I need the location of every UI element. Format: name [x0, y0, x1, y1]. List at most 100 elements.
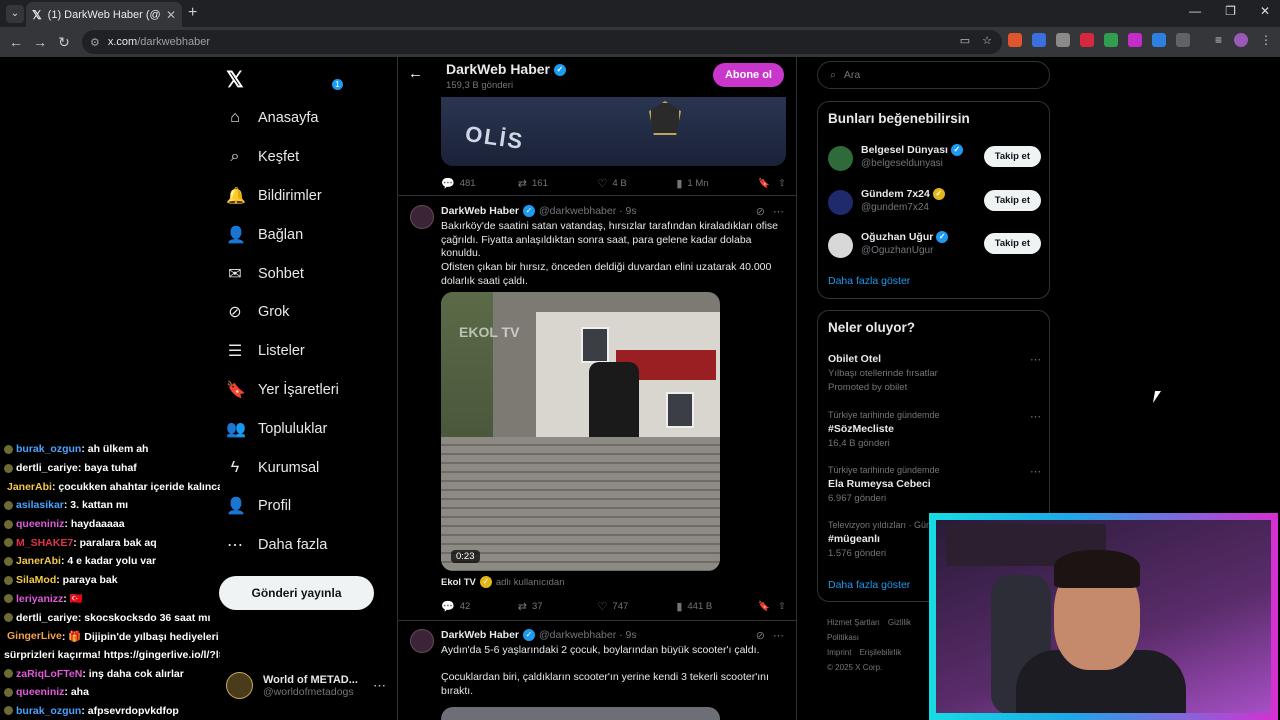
back-arrow-icon[interactable]: ← [408, 65, 423, 82]
x-logo-icon[interactable]: 𝕏 [226, 67, 244, 93]
footer-link[interactable]: Erişilebilirlik [859, 648, 901, 657]
bookmark-icon[interactable]: 🔖 [758, 601, 778, 612]
close-window-icon[interactable]: ✕ [1260, 4, 1270, 18]
sidebar-item-10[interactable]: 👤 Profil [226, 487, 339, 526]
footer-link[interactable]: © 2025 X Corp. [827, 663, 882, 672]
post-button[interactable]: Gönderi yayınla [219, 576, 374, 610]
sidebar-item-0[interactable]: ⌂ Anasayfa [226, 99, 339, 138]
follow-suggestion[interactable]: Belgesel Dünyası ✓ @belgeseldunyasi Takip … [828, 143, 1041, 173]
show-more-link[interactable]: Daha fazla göster [828, 275, 910, 287]
bookmark-star-icon[interactable]: ☆ [982, 34, 992, 47]
more-icon[interactable]: ⋯ [773, 205, 784, 218]
reply-button[interactable]: 💬 481 [441, 177, 518, 190]
puzzle-icon[interactable] [1176, 33, 1190, 47]
more-icon[interactable]: ⋯ [773, 629, 784, 642]
follow-button[interactable]: Takip et [983, 189, 1041, 211]
extension-icon[interactable] [1080, 33, 1094, 47]
grok-icon[interactable]: ⊘ [756, 205, 765, 218]
sidebar-item-9[interactable]: ϟ Kurumsal [226, 448, 339, 487]
chat-text: : inş daha cok alırlar [82, 667, 184, 680]
sidebar-item-7[interactable]: 🔖 Yer İşaretleri [226, 371, 339, 410]
like-button[interactable]: ♡ 4 B [598, 177, 677, 190]
search-input[interactable]: ⌕ Ara [817, 61, 1050, 89]
like-button[interactable]: ♡ 747 [598, 600, 677, 613]
sidebar-item-11[interactable]: ⋯ Daha fazla [226, 526, 339, 565]
close-tab-icon[interactable]: ✕ [166, 8, 176, 22]
sidebar-item-4[interactable]: ✉ Sohbet [226, 254, 339, 293]
account-switcher[interactable]: World of METAD... @worldofmetadogs ⋯ [226, 672, 386, 699]
back-icon[interactable]: ← [4, 34, 28, 50]
more-icon[interactable]: ⋯ [373, 678, 386, 694]
extension-icon[interactable] [1056, 33, 1070, 47]
follow-button[interactable]: Takip et [983, 146, 1041, 167]
views-button[interactable]: ▮ 441 B [676, 600, 758, 613]
repost-button[interactable]: ⇄ 161 [518, 177, 598, 190]
extensions-bar [1008, 33, 1190, 47]
webcam-feed [936, 520, 1271, 713]
author-name[interactable]: DarkWeb Haber [441, 629, 519, 641]
chat-text: : paraya bak [56, 574, 118, 587]
forward-icon[interactable]: → [28, 34, 52, 50]
browser-tab[interactable]: 𝕏 (1) DarkWeb Haber (@darkwebh ✕ [26, 2, 182, 27]
footer-link[interactable]: Imprint [827, 648, 851, 657]
sidebar-item-label: Grok [258, 304, 290, 321]
bookmark-icon[interactable]: 🔖 [758, 178, 778, 189]
post-media-image[interactable] [441, 707, 720, 720]
footer-link[interactable]: Hizmet Şartları [827, 618, 880, 627]
views-button[interactable]: ▮ 1 Mn [676, 177, 758, 190]
sidebar-item-8[interactable]: 👥 Topluluklar [226, 409, 339, 448]
profile-avatar-icon[interactable] [1234, 33, 1248, 47]
reply-button[interactable]: 💬 42 [441, 600, 518, 613]
repost-button[interactable]: ⇄ 37 [518, 600, 598, 613]
cast-icon[interactable]: ▭ [960, 34, 970, 47]
source-name[interactable]: Ekol TV [441, 577, 476, 588]
extension-icon[interactable] [1032, 33, 1046, 47]
share-icon[interactable]: ⇧ [778, 178, 786, 189]
avatar[interactable] [828, 189, 853, 215]
sidebar-item-label: Anasayfa [258, 110, 319, 127]
restore-icon[interactable]: ❐ [1225, 4, 1236, 18]
address-bar[interactable]: ⚙ x.com/darkwebhaber ▭ ☆ [82, 30, 1002, 54]
follow-button[interactable]: Takip et [983, 233, 1041, 254]
tweet-text: Ofisten çıkan bir hırsız, önceden deldiğ… [441, 261, 772, 287]
follow-suggestion[interactable]: Gündem 7x24 ✓ @gundem7x24 Takip et [828, 187, 1041, 217]
more-icon[interactable]: ⋯ [1030, 410, 1041, 423]
more-icon[interactable]: ⋯ [1030, 353, 1041, 366]
avatar[interactable] [410, 205, 434, 229]
minimize-icon[interactable]: — [1189, 4, 1201, 18]
site-info-icon[interactable]: ⚙ [90, 36, 100, 49]
extension-icon[interactable] [1008, 33, 1022, 47]
trend-item[interactable]: Türkiye tarihinde gündemde Ela Rumeysa Ce… [828, 465, 1041, 504]
follow-suggestion[interactable]: Oğuzhan Uğur ✓ @OguzhanUgur Takip et [828, 230, 1041, 260]
grok-icon[interactable]: ⊘ [756, 629, 765, 642]
trend-item[interactable]: Obilet Otel Yılbaşı otellerinde fırsatlar… [828, 353, 1041, 393]
post-media-image[interactable]: OLİS [441, 97, 786, 166]
sidebar-item-6[interactable]: ☰ Listeler [226, 332, 339, 371]
trend-item[interactable]: Türkiye tarihinde gündemde #SözMecliste 16… [828, 410, 1041, 449]
video-player[interactable]: EKOL TV 0:23 [441, 292, 720, 571]
subscribe-button[interactable]: Abone ol [712, 63, 784, 87]
share-icon[interactable]: ⇧ [778, 601, 786, 612]
heart-icon: ♡ [597, 600, 608, 613]
author-name[interactable]: DarkWeb Haber [441, 205, 519, 217]
chat-username: JanerAbi [16, 555, 61, 568]
reload-icon[interactable]: ↻ [52, 34, 76, 51]
media-controls-icon[interactable]: ≡ [1215, 33, 1222, 47]
browser-toolbar: ← → ↻ ⚙ x.com/darkwebhaber ▭ ☆ ≡ ⋮ [0, 27, 1280, 57]
extension-icon[interactable] [1152, 33, 1166, 47]
sidebar-item-5[interactable]: ⊘ Grok [226, 293, 339, 332]
sidebar-item-1[interactable]: ⌕ Keşfet [226, 138, 339, 177]
sidebar-item-2[interactable]: 🔔 1 Bildirimler [226, 79, 343, 216]
browser-menu-icon[interactable]: ⋮ [1260, 33, 1272, 47]
tab-search-button[interactable]: ⌄ [6, 5, 24, 23]
sidebar-item-3[interactable]: 👤 Bağlan [226, 215, 339, 254]
show-more-link[interactable]: Daha fazla göster [828, 579, 910, 591]
video-stairs [441, 437, 720, 571]
extension-icon[interactable] [1104, 33, 1118, 47]
avatar[interactable] [410, 629, 434, 653]
avatar[interactable] [828, 146, 853, 171]
extension-icon[interactable] [1128, 33, 1142, 47]
avatar[interactable] [828, 233, 853, 258]
more-icon[interactable]: ⋯ [1030, 465, 1041, 478]
new-tab-button[interactable]: + [188, 4, 197, 22]
